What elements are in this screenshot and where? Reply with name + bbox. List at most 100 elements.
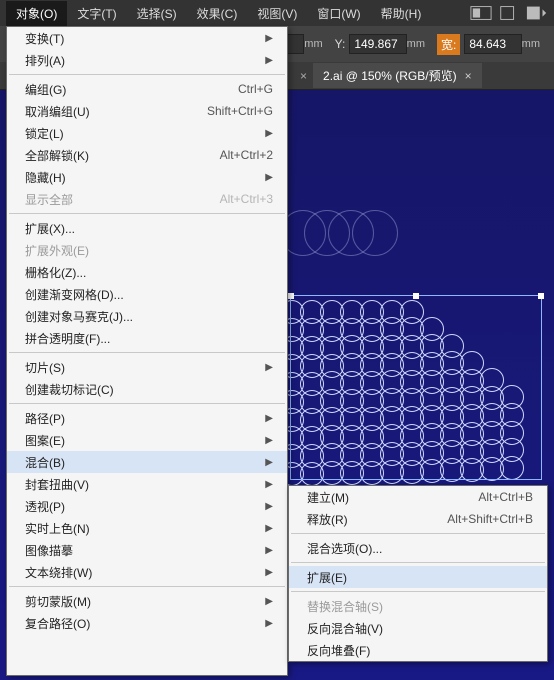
menu-item-label: 图案(E) <box>25 432 261 449</box>
submenu-arrow-icon: ▶ <box>265 362 273 373</box>
layout-icon[interactable] <box>470 5 492 21</box>
submenu-arrow-icon: ▶ <box>265 128 273 139</box>
menu-view[interactable]: 视图(V) <box>247 1 307 26</box>
menu-item-label: 创建渐变网格(D)... <box>25 286 273 303</box>
menu-item-label: 实时上色(N) <box>25 520 261 537</box>
menu-item[interactable]: 复合路径(O)▶ <box>7 612 287 634</box>
submenu-item-label: 替换混合轴(S) <box>307 598 533 615</box>
submenu-arrow-icon: ▶ <box>265 501 273 512</box>
menu-item-label: 文本绕排(W) <box>25 564 261 581</box>
object-menu-dropdown: 变换(T) ▶ 排列(A) ▶ 编组(G)Ctrl+G取消编组(U)Shift+Ctrl… <box>6 26 288 676</box>
menu-item[interactable]: 封套扭曲(V)▶ <box>7 473 287 495</box>
menu-item-label: 扩展(X)... <box>25 220 273 237</box>
prev-tab-close-icon[interactable]: × <box>300 69 307 83</box>
menu-item[interactable]: 拼合透明度(F)... <box>7 327 287 349</box>
submenu-arrow-icon: ▶ <box>265 413 273 424</box>
menu-item-label: 混合(B) <box>25 454 261 471</box>
menu-effect[interactable]: 效果(C) <box>187 1 248 26</box>
submenu-arrow-icon: ▶ <box>265 457 273 468</box>
x-unit: mm <box>304 38 322 50</box>
menu-item-label: 路径(P) <box>25 410 261 427</box>
submenu-item[interactable]: 反向堆叠(F) <box>289 639 547 661</box>
menu-item[interactable]: 锁定(L) ▶ <box>7 122 287 144</box>
menu-item[interactable]: 图案(E) ▶ <box>7 429 287 451</box>
menu-item-label: 创建裁切标记(C) <box>25 381 273 398</box>
menu-separator <box>9 586 285 587</box>
menu-item[interactable]: 取消编组(U)Shift+Ctrl+G <box>7 100 287 122</box>
blend-submenu: 建立(M)Alt+Ctrl+B释放(R)Alt+Shift+Ctrl+B混合选项… <box>288 485 548 662</box>
menu-item[interactable]: 全部解锁(K)Alt+Ctrl+2 <box>7 144 287 166</box>
submenu-item[interactable]: 建立(M)Alt+Ctrl+B <box>289 486 547 508</box>
menu-item-label: 栅格化(Z)... <box>25 264 273 281</box>
menu-item[interactable]: 创建裁切标记(C) <box>7 378 287 400</box>
menu-item-label: 透视(P) <box>25 498 261 515</box>
menu-item[interactable]: 实时上色(N)▶ <box>7 517 287 539</box>
selection-handle[interactable] <box>538 293 544 299</box>
y-unit: mm <box>407 38 425 50</box>
submenu-arrow-icon: ▶ <box>265 55 273 66</box>
submenu-arrow-icon: ▶ <box>265 567 273 578</box>
menu-item-label: 变换(T) <box>25 30 261 47</box>
menu-item-label: 全部解锁(K) <box>25 147 220 164</box>
menu-item[interactable]: 栅格化(Z)... <box>7 261 287 283</box>
submenu-item[interactable]: 释放(R)Alt+Shift+Ctrl+B <box>289 508 547 530</box>
menu-item[interactable]: 图像描摹▶ <box>7 539 287 561</box>
menu-item[interactable]: 编组(G)Ctrl+G <box>7 78 287 100</box>
menu-item-label: 显示全部 <box>25 191 220 208</box>
width-value-field[interactable]: 84.643 <box>464 34 521 54</box>
submenu-arrow-icon: ▶ <box>265 435 273 446</box>
menu-separator <box>291 591 545 592</box>
menu-item[interactable]: 创建渐变网格(D)... <box>7 283 287 305</box>
menu-item: 显示全部Alt+Ctrl+3 <box>7 188 287 210</box>
menu-item[interactable]: 文本绕排(W) ▶ <box>7 561 287 583</box>
y-value-field[interactable]: 149.867 <box>349 34 406 54</box>
menu-help[interactable]: 帮助(H) <box>371 1 432 26</box>
menu-object[interactable]: 对象(O) <box>6 1 67 26</box>
width-unit: mm <box>522 38 540 50</box>
menu-item-label: 锁定(L) <box>25 125 261 142</box>
submenu-item[interactable]: 混合选项(O)... <box>289 537 547 559</box>
menu-item[interactable]: 排列(A) ▶ <box>7 49 287 71</box>
document-tab[interactable]: 2.ai @ 150% (RGB/预览) × <box>313 63 482 88</box>
menu-item-shortcut: Alt+Ctrl+3 <box>220 192 273 206</box>
menu-separator <box>9 74 285 75</box>
selection-handle[interactable] <box>413 293 419 299</box>
submenu-item-label: 释放(R) <box>307 511 447 528</box>
menu-item[interactable]: 剪切蒙版(M) ▶ <box>7 590 287 612</box>
menu-window[interactable]: 窗口(W) <box>307 1 370 26</box>
doc-icon[interactable] <box>498 5 520 21</box>
submenu-arrow-icon: ▶ <box>265 596 273 607</box>
menu-item-label: 切片(S) <box>25 359 261 376</box>
menu-item[interactable]: 变换(T) ▶ <box>7 27 287 49</box>
submenu-item[interactable]: 扩展(E) <box>289 566 547 588</box>
menu-item[interactable]: 透视(P) ▶ <box>7 495 287 517</box>
menu-separator <box>9 213 285 214</box>
submenu-item-shortcut: Alt+Shift+Ctrl+B <box>447 512 533 526</box>
menu-item[interactable]: 路径(P) ▶ <box>7 407 287 429</box>
menu-select[interactable]: 选择(S) <box>127 1 187 26</box>
menu-item-label: 扩展外观(E) <box>25 242 273 259</box>
submenu-arrow-icon: ▶ <box>265 33 273 44</box>
menu-item[interactable]: 扩展(X)... <box>7 217 287 239</box>
submenu-item-label: 混合选项(O)... <box>307 540 533 557</box>
submenu-item: 替换混合轴(S) <box>289 595 547 617</box>
menu-item[interactable]: 混合(B) ▶ <box>7 451 287 473</box>
menubar: 对象(O) 文字(T) 选择(S) 效果(C) 视图(V) 窗口(W) 帮助(H… <box>0 0 554 26</box>
menu-item[interactable]: 隐藏(H)▶ <box>7 166 287 188</box>
menu-item-label: 复合路径(O) <box>25 615 261 632</box>
workspace-icon[interactable] <box>526 5 548 21</box>
menu-item-label: 取消编组(U) <box>25 103 207 120</box>
menu-item-label: 排列(A) <box>25 52 261 69</box>
menu-separator <box>9 352 285 353</box>
close-icon[interactable]: × <box>465 69 472 83</box>
menu-item[interactable]: 切片(S) ▶ <box>7 356 287 378</box>
menu-item-label: 隐藏(H) <box>25 169 261 186</box>
selection-handle[interactable] <box>288 293 294 299</box>
submenu-item[interactable]: 反向混合轴(V) <box>289 617 547 639</box>
submenu-item-label: 反向混合轴(V) <box>307 620 533 637</box>
menu-item-label: 剪切蒙版(M) <box>25 593 261 610</box>
menu-item[interactable]: 创建对象马赛克(J)... <box>7 305 287 327</box>
selection-bounding-box[interactable] <box>290 295 542 480</box>
menu-separator <box>9 403 285 404</box>
menu-type[interactable]: 文字(T) <box>67 1 126 26</box>
